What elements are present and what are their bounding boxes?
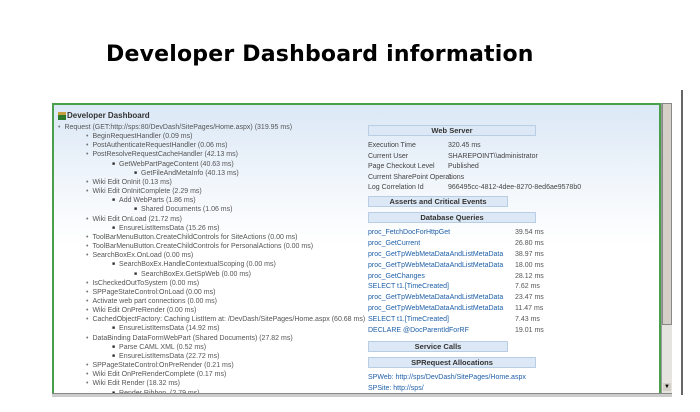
query-row: proc_GetTpWebMetaDataAndListMetaData 23.4… <box>368 293 608 304</box>
row-value: Published <box>448 163 479 171</box>
divider <box>681 90 683 395</box>
query-duration: 26.80 ms <box>515 239 544 247</box>
dashboard-icon <box>58 111 66 120</box>
database-queries: proc_FetchDocForHttpGet 39.54 ms proc_GetC… <box>368 228 608 337</box>
query-link[interactable]: proc_GetTpWebMetaDataAndListMetaData <box>368 304 515 315</box>
query-row: proc_GetCurrent 26.80 ms <box>368 239 608 250</box>
tree-node[interactable]: SPPageStateControl:OnPreRender (0.21 ms) <box>58 361 365 370</box>
row-value: 1 <box>448 173 452 181</box>
query-duration: 18.00 ms <box>515 261 544 269</box>
tree-node[interactable]: EnsureListItemsData (15.26 ms) <box>58 224 365 233</box>
tree-node[interactable]: Activate web part connections (0.00 ms) <box>58 297 365 306</box>
scroll-down-arrow-icon[interactable]: ▼ <box>663 383 671 391</box>
tree-node[interactable]: SPPageStateControl:OnLoad (0.00 ms) <box>58 288 365 297</box>
row-value: SHAREPOINT\\administrator <box>448 152 538 160</box>
query-link[interactable]: proc_FetchDocForHttpGet <box>368 228 515 239</box>
vertical-scrollbar[interactable]: ▼ <box>661 103 672 393</box>
request-tree: Request (GET:http://sps:80/DevDash/SiteP… <box>58 123 365 393</box>
row-label: Current User <box>368 152 409 160</box>
query-row: SELECT t1.[TimeCreated] 7.62 ms <box>368 282 608 293</box>
tree-node[interactable]: EnsureListItemsData (14.92 ms) <box>58 324 365 333</box>
query-row: proc_GetTpWebMetaDataAndListMetaData 18.0… <box>368 261 608 272</box>
tree-node[interactable]: Wiki Edit OnPreRender (0.00 ms) <box>58 306 365 315</box>
page-title: Developer Dashboard information <box>106 42 534 67</box>
developer-dashboard-panel: Developer Dashboard Request (GET:http://… <box>52 103 661 393</box>
query-link[interactable]: proc_GetTpWebMetaDataAndListMetaData <box>368 250 515 261</box>
query-link[interactable]: SELECT t1.[TimeCreated] <box>368 282 515 293</box>
web-server-row: Page Checkout Level Published <box>368 162 608 173</box>
tree-node[interactable]: SearchBoxEx.OnLoad (0.00 ms) <box>58 251 365 260</box>
tree-node[interactable]: Parse CAML XML (0.52 ms) <box>58 343 365 352</box>
query-link[interactable]: proc_GetChanges <box>368 272 515 283</box>
tree-node[interactable]: BeginRequestHandler (0.09 ms) <box>58 132 365 141</box>
row-label: Execution Time <box>368 142 416 149</box>
web-server-row: Execution Time 320.45 ms <box>368 141 608 152</box>
tree-node[interactable]: CachedObjectFactory: Caching ListItem at… <box>58 315 365 324</box>
query-duration: 7.43 ms <box>515 316 540 324</box>
dashboard-title: Developer Dashboard <box>58 111 150 120</box>
query-row: SELECT t1.[TimeCreated] 7.43 ms <box>368 315 608 326</box>
tree-node[interactable]: SearchBoxEx.HandleContextualScoping (0.0… <box>58 260 365 269</box>
web-server-row: Current User SHAREPOINT\\administrator <box>368 152 608 163</box>
asserts-header: Asserts and Critical Events <box>368 195 508 207</box>
tree-node[interactable]: Request (GET:http://sps:80/DevDash/SiteP… <box>58 123 365 132</box>
tree-node[interactable]: PostResolveRequestCacheHandler (42.13 ms… <box>58 150 365 159</box>
row-value: 320.45 ms <box>448 142 481 149</box>
sprequest-list: SPWeb: http://sps/DevDash/SitePages/Home… <box>368 373 608 393</box>
tree-node[interactable]: DataBinding DataFormWebPart (Shared Docu… <box>58 334 365 343</box>
query-duration: 11.47 ms <box>515 305 544 313</box>
horizontal-scrollbar[interactable] <box>52 393 672 397</box>
web-server-row: Current SharePoint Operations 1 <box>368 173 608 184</box>
query-row: proc_GetTpWebMetaDataAndListMetaData 38.9… <box>368 250 608 261</box>
service-calls-header: Service Calls <box>368 340 508 352</box>
query-link[interactable]: proc_GetCurrent <box>368 239 515 250</box>
query-duration: 39.54 ms <box>515 228 544 236</box>
tree-node[interactable]: Wiki Edit OnInitComplete (2.29 ms) <box>58 187 365 196</box>
query-row: proc_GetChanges 28.12 ms <box>368 272 608 283</box>
row-label: Log Correlation Id <box>368 184 424 192</box>
tree-node[interactable]: ToolBarMenuButton.CreateChildControls fo… <box>58 242 365 251</box>
query-duration: 28.12 ms <box>515 272 544 280</box>
query-link[interactable]: DECLARE @DocParentIdForRF <box>368 326 515 337</box>
web-server-header: Web Server <box>368 125 536 136</box>
tree-node[interactable]: Wiki Edit OnLoad (21.72 ms) <box>58 215 365 224</box>
row-value: 966495cc-4812-4dee-8270-8ed6ae9578b0 <box>448 184 582 192</box>
query-link[interactable]: proc_GetTpWebMetaDataAndListMetaData <box>368 261 515 272</box>
tree-node[interactable]: IsCheckedOutToSystem (0.00 ms) <box>58 279 365 288</box>
query-duration: 23.47 ms <box>515 294 544 302</box>
tree-node[interactable]: Wiki Edit Render (18.32 ms) <box>58 379 365 388</box>
web-server-rows: Execution Time 320.45 ms Current User SHARE… <box>368 141 608 194</box>
query-link[interactable]: SELECT t1.[TimeCreated] <box>368 315 515 326</box>
stats-panel: Web Server Execution Time 320.45 ms Curren… <box>368 125 608 393</box>
tree-node[interactable]: PostAuthenticateRequestHandler (0.06 ms) <box>58 141 365 150</box>
query-row: proc_FetchDocForHttpGet 39.54 ms <box>368 228 608 239</box>
query-row: proc_GetTpWebMetaDataAndListMetaData 11.4… <box>368 304 608 315</box>
tree-node[interactable]: GetWebPartPageContent (40.63 ms) <box>58 160 365 169</box>
sprequest-link[interactable]: SPWeb: http://sps/DevDash/SitePages/Home… <box>368 373 608 384</box>
dashboard-title-text: Developer Dashboard <box>67 111 150 120</box>
tree-node[interactable]: EnsureListItemsData (22.72 ms) <box>58 352 365 361</box>
sprequest-link[interactable]: SPSite: http://sps/ <box>368 384 608 393</box>
query-link[interactable]: proc_GetTpWebMetaDataAndListMetaData <box>368 293 515 304</box>
tree-node[interactable]: Wiki Edit OnPreRenderComplete (0.17 ms) <box>58 370 365 379</box>
query-duration: 19.01 ms <box>515 326 544 334</box>
scrollbar-thumb[interactable] <box>662 103 672 325</box>
sprequest-header: SPRequest Allocations <box>368 356 536 368</box>
tree-node[interactable]: Add WebParts (1.86 ms) <box>58 196 365 205</box>
tree-node[interactable]: GetFileAndMetaInfo (40.13 ms) <box>58 169 365 178</box>
tree-node[interactable]: SearchBoxEx.GetSpWeb (0.00 ms) <box>58 270 365 279</box>
database-queries-header: Database Queries <box>368 211 536 223</box>
query-duration: 7.62 ms <box>515 283 540 291</box>
tree-node[interactable]: Shared Documents (1.06 ms) <box>58 205 365 214</box>
query-row: DECLARE @DocParentIdForRF 19.01 ms <box>368 326 608 337</box>
row-label: Page Checkout Level <box>368 163 435 171</box>
tree-node[interactable]: Wiki Edit OnInit (0.13 ms) <box>58 178 365 187</box>
tree-node[interactable]: ToolBarMenuButton.CreateChildControls fo… <box>58 233 365 242</box>
query-duration: 38.97 ms <box>515 250 544 258</box>
row-label: Current SharePoint Operations <box>368 173 465 181</box>
web-server-row: Log Correlation Id 966495cc-4812-4dee-827… <box>368 183 608 194</box>
